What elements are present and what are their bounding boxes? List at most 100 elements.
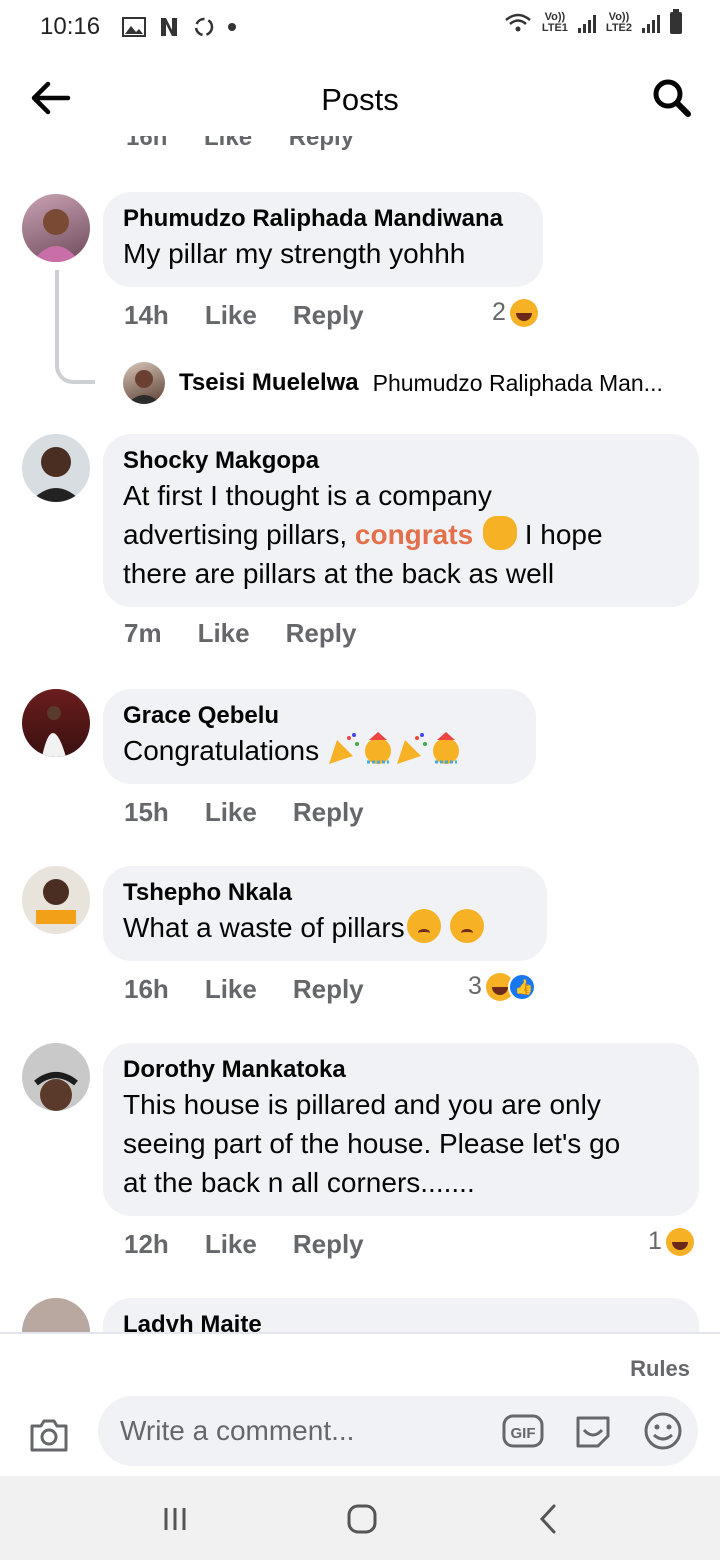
comment-bubble[interactable]: Dorothy Mankatoka This house is pillared… — [103, 1043, 699, 1216]
gallery-icon — [122, 17, 147, 37]
comment-placeholder: Write a comment... — [120, 1415, 355, 1446]
comment-time: 14h — [124, 300, 169, 330]
comment-actions: 14h Like Reply — [124, 300, 364, 331]
sync-icon — [194, 17, 214, 37]
reply-avatar[interactable] — [123, 362, 165, 404]
comment-text-line: advertising pillars, congrats I hope — [123, 515, 679, 554]
home-icon[interactable] — [345, 1502, 379, 1536]
comment-text-line: This house is pillared and you are only — [123, 1089, 601, 1120]
comment-bubble[interactable]: Tshepho Nkala What a waste of pillars — [103, 866, 547, 961]
status-time: 10:16 — [40, 13, 101, 40]
battery-icon — [670, 9, 682, 34]
comment-actions: 12h Like Reply — [124, 1229, 364, 1260]
reaction-summary[interactable]: 2 — [492, 298, 538, 327]
like-button[interactable]: Like — [205, 1229, 257, 1260]
comment-actions: 15h Like Reply — [124, 797, 364, 828]
avatar[interactable] — [22, 1043, 90, 1111]
comment-text-line: at the back n all corners....... — [123, 1167, 475, 1198]
pleading-face-emoji — [406, 909, 441, 943]
reaction-count: 2 — [492, 298, 506, 326]
recent-apps-icon[interactable] — [158, 1502, 192, 1536]
comment-bubble[interactable]: Grace Qebelu Congratulations — [103, 689, 536, 784]
status-bar: 10:16 Vo)) LTE1 Vo)) LTE2 — [0, 0, 720, 54]
avatar[interactable] — [22, 434, 90, 502]
comment-text-line: there are pillars at the back as well — [123, 558, 555, 589]
lte1-label: LTE1 — [541, 22, 568, 34]
comment-text-part: advertising pillars, — [123, 519, 348, 550]
reply-button[interactable]: Reply — [293, 974, 364, 1005]
gif-icon[interactable]: GIF — [502, 1410, 544, 1452]
thread-line — [55, 270, 59, 360]
comment-composer: Rules Write a comment... GIF — [0, 1332, 720, 1476]
comment-bubble[interactable]: Shocky Makgopa At first I thought is a c… — [103, 434, 699, 607]
comment-author[interactable]: Shocky Makgopa — [123, 446, 679, 476]
like-button[interactable]: Like — [205, 300, 257, 331]
reaction-count: 1 — [648, 1227, 662, 1255]
reply-author[interactable]: Tseisi Muelelwa — [179, 369, 359, 397]
comment-text: What a waste of pillars — [123, 912, 405, 943]
party-popper-emoji — [328, 733, 359, 764]
system-nav-bar — [0, 1476, 720, 1560]
haha-icon — [665, 1227, 694, 1256]
avatar[interactable] — [22, 689, 90, 757]
comment-time: 12h — [124, 1229, 169, 1259]
rules-link[interactable]: Rules — [630, 1356, 690, 1382]
avatar[interactable] — [22, 1298, 90, 1332]
comment-author[interactable]: Grace Qebelu — [123, 701, 516, 731]
back-nav-icon[interactable] — [532, 1502, 566, 1536]
signal-icon — [577, 13, 596, 33]
reaction-summary[interactable]: 1 — [648, 1227, 694, 1256]
search-icon[interactable] — [652, 78, 692, 118]
partying-face-emoji — [364, 732, 391, 764]
reply-button[interactable]: Reply — [286, 618, 357, 649]
comment-author[interactable]: Phumudzo Raliphada Mandiwana — [123, 204, 523, 234]
comment-text: My pillar my strength yohhh — [123, 238, 466, 269]
like-button[interactable]: Like — [205, 797, 257, 828]
sticker-icon[interactable] — [572, 1410, 614, 1452]
comment-time: 7m — [124, 618, 162, 648]
comment-input[interactable]: Write a comment... GIF — [98, 1396, 698, 1466]
comment-text-line: At first I thought is a company — [123, 480, 492, 511]
partying-face-emoji — [432, 732, 459, 764]
comment-time: 16h — [124, 974, 169, 1004]
reaction-summary[interactable]: 3 — [468, 972, 536, 1001]
reply-preview[interactable]: Tseisi Muelelwa Phumudzo Raliphada Man..… — [123, 362, 663, 404]
party-popper-emoji — [396, 733, 427, 764]
netflix-icon — [161, 18, 178, 36]
haha-icon — [509, 298, 538, 327]
wifi-icon — [505, 13, 531, 32]
thread-elbow — [55, 354, 95, 384]
highlight-word[interactable]: congrats — [355, 519, 473, 550]
emoji-icon[interactable] — [642, 1410, 684, 1452]
lte2-label: LTE2 — [605, 22, 632, 34]
comments-feed[interactable]: 16h Like Reply Phumudzo Raliphada Mandiw… — [0, 136, 720, 1332]
avatar[interactable] — [22, 866, 90, 934]
camera-icon[interactable] — [28, 1416, 70, 1454]
reply-text: Phumudzo Raliphada Man... — [372, 369, 663, 396]
signal-icon-2 — [642, 13, 660, 33]
like-button[interactable]: Like — [205, 974, 257, 1005]
top-bar: Posts — [0, 62, 720, 136]
dot-icon — [228, 23, 237, 31]
comment-author[interactable]: Dorothy Mankatoka — [123, 1055, 679, 1085]
comment-text: Congratulations — [123, 735, 320, 766]
comment-bubble[interactable]: Phumudzo Raliphada Mandiwana My pillar m… — [103, 192, 543, 287]
page-title: Posts — [321, 82, 399, 117]
avatar[interactable] — [22, 194, 90, 262]
clapping-hands-emoji — [482, 516, 517, 550]
reply-button[interactable]: Reply — [293, 300, 364, 331]
reply-button[interactable]: Reply — [293, 1229, 364, 1260]
comment-author[interactable]: Ladyh Maite — [123, 1310, 679, 1332]
like-reaction-icon — [507, 972, 536, 1001]
like-button[interactable]: Like — [198, 618, 250, 649]
comment-time: 15h — [124, 797, 169, 827]
reply-button[interactable]: Reply — [293, 797, 364, 828]
svg-text:GIF: GIF — [511, 1425, 536, 1442]
comment-actions: 16h Like Reply — [124, 974, 364, 1005]
cutoff-meta-row: 16h Like Reply — [126, 136, 355, 151]
comment-bubble[interactable]: Ladyh Maite — [103, 1298, 699, 1332]
comment-actions: 7m Like Reply — [124, 618, 356, 649]
comment-text-line: seeing part of the house. Please let's g… — [123, 1128, 621, 1159]
reaction-count: 3 — [468, 972, 482, 1000]
comment-author[interactable]: Tshepho Nkala — [123, 878, 527, 908]
